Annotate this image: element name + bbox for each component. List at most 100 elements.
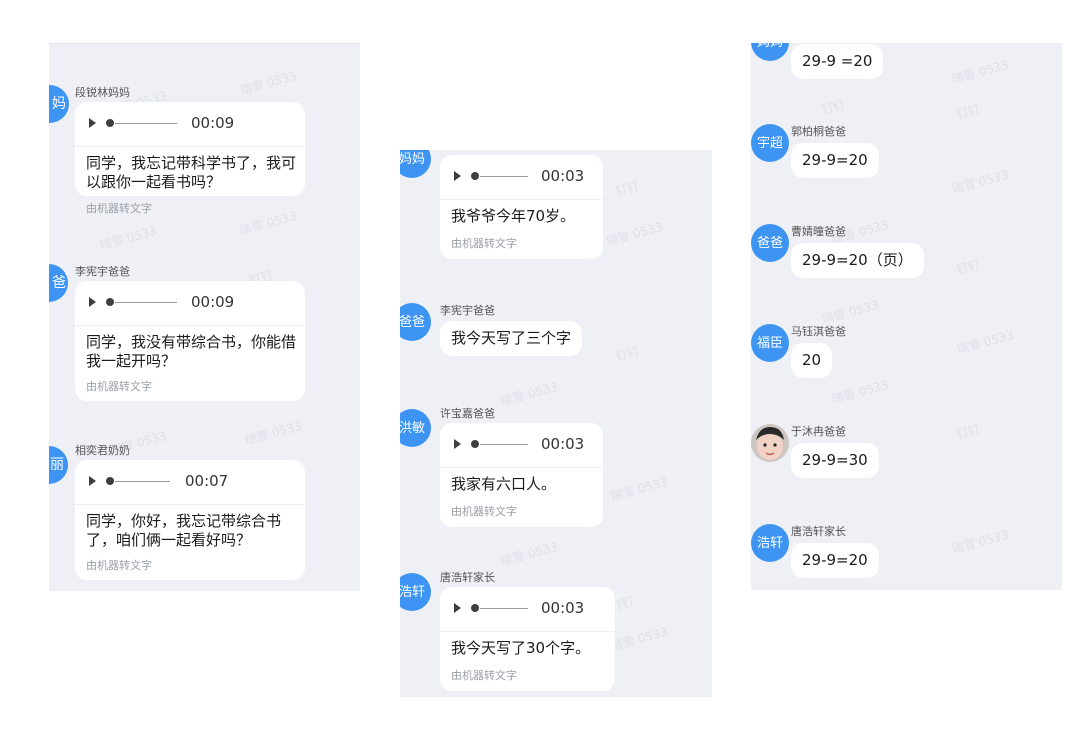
avatar[interactable]: 宇超 [751, 124, 789, 162]
transcript-note: 由机器转文字 [451, 237, 517, 250]
text-message[interactable]: 于沐冉爸爸 29-9=30 [751, 421, 1062, 491]
transcript-text: 我今天写了30个字。 [451, 639, 591, 657]
voice-message[interactable]: 妈妈 00:03 我爷爷今年70岁。 由机器转文字 [400, 150, 712, 265]
watermark: 瑞雪 0533 [98, 223, 159, 253]
message-bubble[interactable]: 29-9=20 [791, 143, 879, 178]
voice-player[interactable]: 00:03 [440, 155, 603, 200]
watermark: 钉钉 [954, 102, 982, 122]
transcript-text: 同学，我没有带综合书，你能借我一起开吗？ [86, 333, 297, 370]
chat-panel-middle[interactable]: 瑞雪 0533 钉钉 钉钉 瑞雪 0533 瑞雪 0533 瑞雪 0533 钉钉… [400, 150, 712, 697]
text-message[interactable]: 爸爸 曹婧曈爸爸 29-9=20（页） [751, 221, 1062, 291]
voice-duration: 00:09 [191, 114, 235, 132]
message-bubble[interactable]: 00:07 同学，你好，我忘记带综合书了，咱们俩一起看好吗？ 由机器转文字 [75, 460, 305, 580]
transcript-note: 由机器转文字 [86, 380, 152, 393]
transcript-note: 由机器转文字 [451, 505, 517, 518]
voice-duration: 00:03 [541, 435, 585, 453]
avatar[interactable]: 妈 [49, 85, 69, 123]
play-icon[interactable] [89, 297, 96, 307]
transcript-note: 由机器转文字 [86, 202, 152, 215]
transcript-text: 我爷爷今年70岁。 [451, 207, 576, 225]
avatar[interactable]: 妈妈 [751, 43, 789, 61]
message-bubble[interactable]: 我今天写了三个字 [440, 321, 583, 356]
progress-track[interactable] [115, 481, 170, 482]
avatar[interactable]: 妈妈 [400, 150, 431, 178]
progress-knob[interactable] [471, 604, 479, 612]
text-message[interactable]: 妈妈 29-9 =20 [751, 43, 1062, 88]
text-message[interactable]: 爸爸 李宪宇爸爸 我今天写了三个字 [400, 297, 712, 367]
progress-track[interactable] [480, 176, 528, 177]
message-bubble[interactable]: 00:03 我爷爷今年70岁。 由机器转文字 [440, 155, 603, 259]
watermark: 钉钉 [819, 97, 847, 117]
voice-duration: 00:03 [541, 167, 585, 185]
avatar[interactable]: 浩轩 [400, 573, 431, 611]
progress-knob[interactable] [106, 477, 114, 485]
voice-duration: 00:03 [541, 599, 585, 617]
play-icon[interactable] [454, 171, 461, 181]
message-bubble[interactable]: 20 [791, 343, 833, 378]
voice-player[interactable]: 00:03 [440, 587, 615, 632]
sender-name: 许宝嘉爸爸 [440, 407, 495, 420]
sender-name: 唐浩轩家长 [440, 571, 495, 584]
sender-name: 相奕君奶奶 [75, 444, 130, 457]
sender-name: 李宪宇爸爸 [75, 265, 130, 278]
text-message[interactable]: 浩轩 唐浩轩家长 29-9=20 [751, 521, 1062, 590]
message-bubble[interactable]: 00:03 我今天写了30个字。 由机器转文字 [440, 587, 615, 691]
voice-player[interactable]: 00:07 [75, 460, 305, 505]
message-bubble[interactable]: 29-9=20（页） [791, 243, 924, 278]
child-face-icon [751, 424, 789, 462]
watermark: 瑞雪 0533 [499, 539, 560, 569]
sender-name: 郭柏桐爸爸 [791, 125, 846, 138]
avatar[interactable]: 福臣 [751, 324, 789, 362]
voice-message[interactable]: 洪敏 许宝嘉爸爸 00:03 我家有六口人。 由机器转文字 [400, 403, 712, 533]
message-bubble[interactable]: 29-9=20 [791, 543, 879, 578]
voice-player[interactable]: 00:09 [75, 102, 305, 147]
avatar[interactable]: 丽 [49, 446, 68, 484]
avatar-photo[interactable] [751, 424, 789, 462]
avatar[interactable]: 浩轩 [751, 524, 789, 562]
message-bubble[interactable]: 29-9=30 [791, 443, 879, 478]
text-message[interactable]: 福臣 马钰淇爸爸 20 [751, 321, 1062, 391]
avatar[interactable]: 爸 [49, 264, 68, 302]
message-bubble[interactable]: 00:03 我家有六口人。 由机器转文字 [440, 423, 603, 527]
avatar[interactable]: 洪敏 [400, 409, 431, 447]
message-bubble[interactable]: 00:09 同学，我没有带综合书，你能借我一起开吗？ 由机器转文字 [75, 281, 305, 401]
play-icon[interactable] [89, 476, 96, 486]
sender-name: 于沐冉爸爸 [791, 425, 846, 438]
play-icon[interactable] [454, 603, 461, 613]
transcript-text: 同学，我忘记带科学书了，我可以跟你一起看书吗？ [86, 154, 297, 191]
voice-player[interactable]: 00:03 [440, 423, 603, 468]
progress-track[interactable] [480, 608, 528, 609]
transcript-text: 同学，你好，我忘记带综合书了，咱们俩一起看好吗？ [86, 512, 282, 549]
progress-knob[interactable] [106, 298, 114, 306]
sender-name: 唐浩轩家长 [791, 525, 846, 538]
play-icon[interactable] [454, 439, 461, 449]
message-bubble[interactable]: 00:09 同学，我忘记带科学书了，我可以跟你一起看书吗？ 由机器转文字 [75, 102, 305, 215]
voice-duration: 00:09 [191, 293, 235, 311]
progress-knob[interactable] [471, 440, 479, 448]
progress-track[interactable] [480, 444, 528, 445]
progress-knob[interactable] [471, 172, 479, 180]
sender-name: 段锐林妈妈 [75, 86, 130, 99]
watermark: 瑞雪 0533 [238, 208, 299, 238]
chat-panel-left[interactable]: 瑞雪 0533 瑞雪 0533 瑞雪 0533 瑞雪 0533 钉钉 瑞雪 05… [49, 43, 360, 591]
chat-panel-right[interactable]: 瑞雪 0533 钉钉 钉钉 瑞雪 0533 瑞雪 0533 钉钉 瑞雪 0533… [751, 43, 1062, 590]
voice-message[interactable]: 妈 段锐林妈妈 00:09 同学，我忘记带科学书了，我可以跟你一起看书吗？ 由机… [49, 82, 360, 215]
progress-knob[interactable] [106, 119, 114, 127]
voice-player[interactable]: 00:09 [75, 281, 305, 326]
voice-duration: 00:07 [185, 472, 229, 490]
avatar[interactable]: 爸爸 [751, 224, 789, 262]
avatar[interactable]: 爸爸 [400, 303, 431, 341]
play-icon[interactable] [89, 118, 96, 128]
transcript-note: 由机器转文字 [86, 559, 152, 572]
transcript-text: 我家有六口人。 [451, 475, 557, 493]
progress-track[interactable] [115, 302, 177, 303]
transcript-note: 由机器转文字 [451, 669, 517, 682]
voice-message[interactable]: 爸 李宪宇爸爸 00:09 同学，我没有带综合书，你能借我一起开吗？ 由机器转文… [49, 261, 360, 401]
text-message[interactable]: 宇超 郭柏桐爸爸 29-9=20 [751, 121, 1062, 191]
sender-name: 马钰淇爸爸 [791, 325, 846, 338]
message-bubble[interactable]: 29-9 =20 [791, 44, 884, 79]
sender-name: 李宪宇爸爸 [440, 304, 495, 317]
voice-message[interactable]: 浩轩 唐浩轩家长 00:03 我今天写了30个字。 由机器转文字 [400, 567, 712, 697]
voice-message[interactable]: 丽 相奕君奶奶 00:07 同学，你好，我忘记带综合书了，咱们俩一起看好吗？ 由… [49, 440, 360, 588]
progress-track[interactable] [115, 123, 177, 124]
